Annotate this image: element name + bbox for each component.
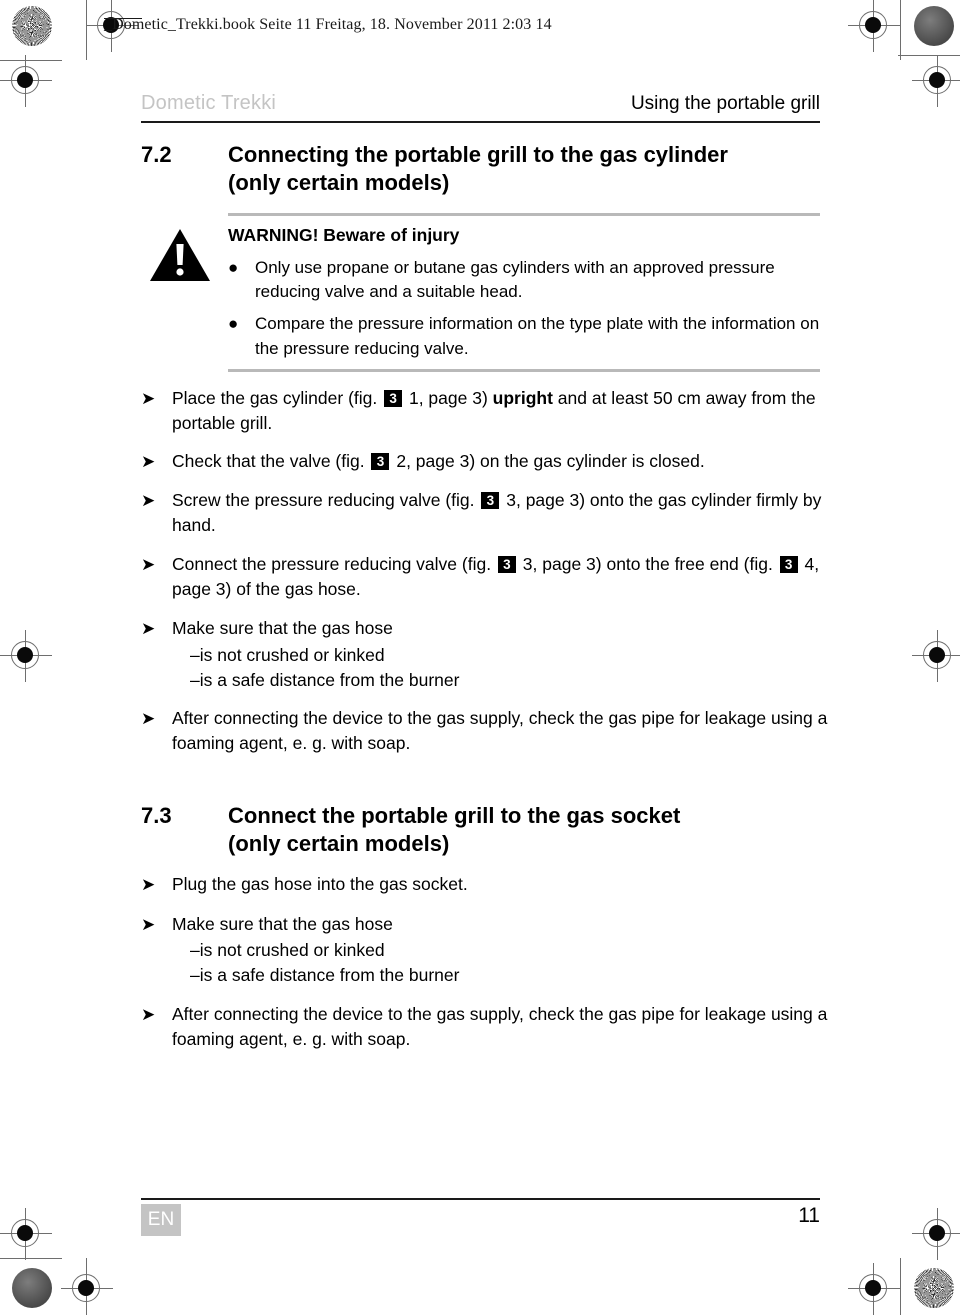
star-target-mark-bottom-right (914, 1268, 954, 1308)
section-title: Connect the portable grill to the gas so… (228, 802, 680, 858)
sub-item-text: is a safe distance from the burner (199, 965, 460, 986)
arrow-bullet-icon: ➤ (141, 1005, 156, 1025)
step-item-hose-check: ➤ Make sure that the gas hose – is not c… (141, 616, 831, 693)
running-head-rule (141, 121, 820, 124)
sub-item-text: is not crushed or kinked (199, 644, 385, 665)
section-title-line2: (only certain models) (228, 831, 450, 857)
arrow-bullet-icon: ➤ (141, 491, 156, 511)
arrow-bullet-icon: ➤ (141, 555, 156, 575)
step-text: After connecting the device to the gas s… (172, 1004, 828, 1049)
document-page: _Dometic_Trekki.book Seite 11 Freitag, 1… (0, 0, 960, 1315)
section-number: 7.3 (141, 803, 172, 829)
bullet-dot-icon: ● (228, 314, 239, 334)
hose-check-sub-list: – is not crushed or kinked – is a safe d… (172, 938, 831, 988)
registration-mark-lower-left (0, 1208, 52, 1260)
step-item: ➤ Check that the valve (fig. 3 2, page 3… (141, 449, 831, 474)
dash-bullet-icon: – (190, 644, 200, 665)
step-text: Screw the pressure reducing valve (fig. … (172, 490, 822, 536)
warning-text-block: WARNING! Beware of injury ● Only use pro… (228, 223, 820, 360)
section-title-line1: Connect the portable grill to the gas so… (228, 803, 681, 829)
dash-bullet-icon: – (190, 669, 200, 690)
step-list-7-2: ➤ Place the gas cylinder (fig. 3 1, page… (141, 386, 831, 756)
step-text: Make sure that the gas hose – is not cru… (172, 616, 831, 693)
warning-list-item: ● Only use propane or butane gas cylinde… (228, 256, 820, 304)
page-content: 7.2 Connecting the portable grill to the… (141, 135, 831, 1052)
step-item: ➤ Plug the gas hose into the gas socket. (141, 872, 831, 897)
sub-list-item: – is a safe distance from the burner (172, 668, 831, 693)
bullet-dot-icon: ● (228, 258, 239, 278)
figure-reference-badge: 3 (481, 492, 500, 510)
arrow-bullet-icon: ➤ (141, 618, 156, 638)
hose-check-lead: Make sure that the gas hose (172, 617, 393, 638)
density-patch-bottom-left (12, 1268, 52, 1308)
trim-line-bottom-right-vertical (900, 1258, 902, 1315)
arrow-bullet-icon: ➤ (141, 709, 156, 729)
step-text: Place the gas cylinder (fig. 3 1, page 3… (172, 387, 816, 433)
slug-line: _Dometic_Trekki.book Seite 11 Freitag, 1… (104, 16, 552, 33)
warning-box-bottom-rule (228, 368, 820, 372)
sub-list-item: – is not crushed or kinked (172, 643, 831, 668)
warning-item-text: Compare the pressure information on the … (255, 314, 820, 358)
section-title: Connecting the portable grill to the gas… (228, 141, 728, 197)
step-item-hose-check: ➤ Make sure that the gas hose – is not c… (141, 912, 831, 989)
section-heading-7-2: 7.2 Connecting the portable grill to the… (141, 141, 831, 197)
sub-item-text: is a safe distance from the burner (199, 669, 460, 690)
step-text: Make sure that the gas hose – is not cru… (172, 912, 831, 989)
step-item-leak-check: ➤ After connecting the device to the gas… (141, 706, 831, 756)
warning-box: WARNING! Beware of injury ● Only use pro… (150, 213, 820, 372)
warning-item-text: Only use propane or butane gas cylinders… (255, 258, 775, 302)
registration-mark-upper-left (0, 55, 52, 107)
section-heading-7-3: 7.3 Connect the portable grill to the ga… (141, 802, 831, 858)
step-text: Plug the gas hose into the gas socket. (172, 874, 468, 895)
running-head-chapter: Using the portable grill (630, 93, 820, 114)
registration-mark-middle-right (912, 630, 960, 682)
step-item: ➤ Screw the pressure reducing valve (fig… (141, 488, 831, 538)
trim-line-top-right-vertical (900, 0, 902, 60)
registration-mark-bottom-right (848, 1263, 900, 1315)
step-list-7-3: ➤ Plug the gas hose into the gas socket.… (141, 872, 831, 1051)
dash-bullet-icon: – (190, 965, 200, 986)
registration-mark-bottom-left (61, 1263, 113, 1315)
sub-list-item: – is not crushed or kinked (172, 938, 831, 963)
step-item: ➤ Connect the pressure reducing valve (f… (141, 552, 831, 602)
figure-reference-badge: 3 (779, 556, 798, 574)
registration-mark-lower-right (912, 1208, 960, 1260)
arrow-bullet-icon: ➤ (141, 875, 156, 895)
warning-box-body: WARNING! Beware of injury ● Only use pro… (150, 216, 820, 368)
registration-mark-top-right (848, 0, 900, 52)
star-target-mark-top-left (12, 6, 52, 46)
hose-check-sub-list: – is not crushed or kinked – is a safe d… (172, 643, 831, 693)
page-number: 11 (798, 1204, 820, 1227)
arrow-bullet-icon: ➤ (141, 914, 156, 934)
step-item: ➤ Place the gas cylinder (fig. 3 1, page… (141, 386, 831, 436)
step-text: Check that the valve (fig. 3 2, page 3) … (172, 451, 705, 472)
footer-rule (141, 1198, 820, 1201)
warning-list-item: ● Compare the pressure information on th… (228, 312, 820, 360)
figure-reference-badge: 3 (371, 453, 390, 471)
running-head-product: Dometic Trekki (141, 92, 277, 114)
figure-reference-badge: 3 (497, 556, 516, 574)
registration-mark-upper-right (912, 55, 960, 107)
step-text: After connecting the device to the gas s… (172, 708, 828, 754)
step-text: Connect the pressure reducing valve (fig… (172, 554, 820, 599)
step-item-leak-check: ➤ After connecting the device to the gas… (141, 1002, 831, 1052)
arrow-bullet-icon: ➤ (141, 388, 156, 408)
section-number: 7.2 (141, 142, 172, 167)
sub-item-text: is not crushed or kinked (199, 940, 385, 961)
section-title-line2: (only certain models) (228, 170, 450, 196)
arrow-bullet-icon: ➤ (141, 452, 156, 472)
emphasis-text: upright (492, 387, 553, 408)
dash-bullet-icon: – (190, 940, 200, 961)
figure-reference-badge: 3 (384, 389, 403, 407)
running-head: Dometic Trekki Using the portable grill (141, 92, 820, 115)
registration-mark-middle-left (0, 630, 52, 682)
density-patch-top-right (914, 6, 954, 46)
section-title-line1: Connecting the portable grill to the gas… (228, 142, 728, 167)
warning-triangle-icon (148, 227, 212, 283)
sub-list-item: – is a safe distance from the burner (172, 963, 831, 988)
warning-title: WARNING! Beware of injury (228, 225, 460, 246)
language-badge: EN (141, 1204, 181, 1236)
hose-check-lead: Make sure that the gas hose (172, 913, 393, 934)
